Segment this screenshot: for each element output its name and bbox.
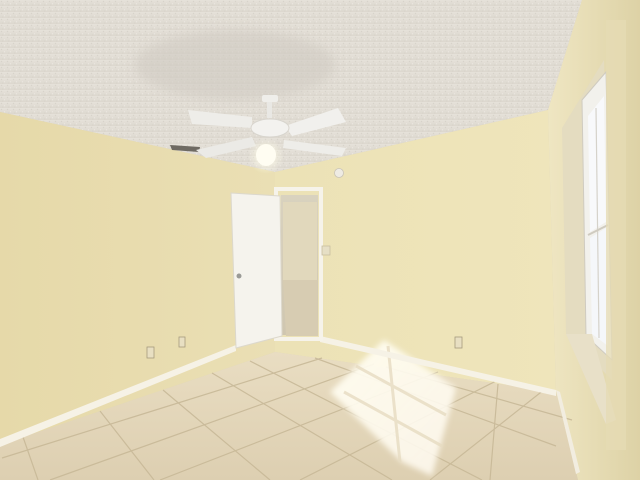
outlet-back-wall xyxy=(454,336,463,349)
hallway-floor xyxy=(283,280,318,336)
open-door[interactable] xyxy=(230,192,283,349)
fan-canopy xyxy=(262,95,278,102)
outlet-left-wall xyxy=(146,346,155,359)
room-photo xyxy=(0,0,640,480)
smoke-detector xyxy=(334,168,344,178)
light-switch[interactable] xyxy=(321,245,331,256)
fan-blade-blur xyxy=(135,30,335,100)
door-knob[interactable] xyxy=(236,273,242,279)
hallway-far-wall xyxy=(283,202,317,280)
window-trim-right xyxy=(606,20,626,450)
outlet-left-wall-2 xyxy=(178,336,186,348)
fan-light-globe xyxy=(256,144,276,166)
fan-motor-housing xyxy=(250,118,290,138)
doorway[interactable] xyxy=(274,187,323,341)
